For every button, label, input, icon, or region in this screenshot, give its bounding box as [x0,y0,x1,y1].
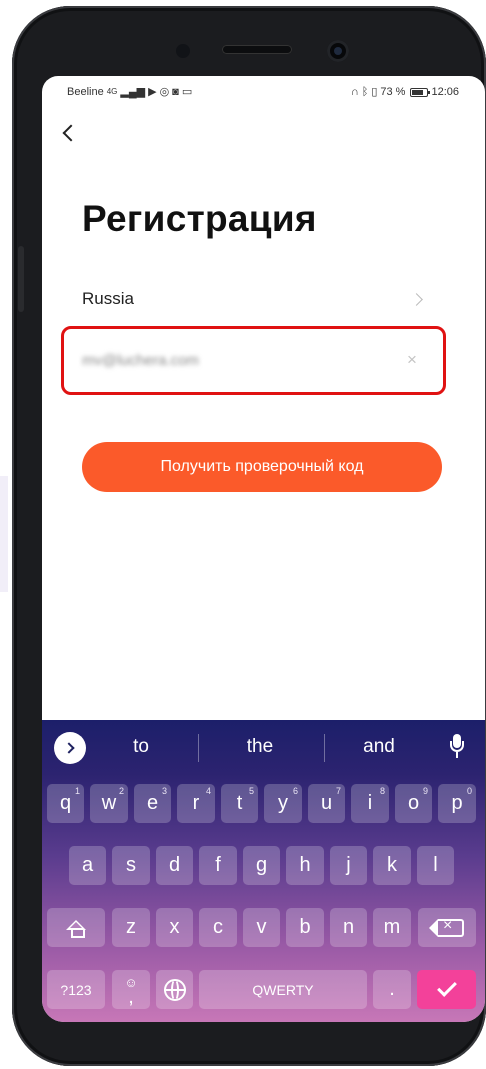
backspace-icon [429,917,464,937]
key-z[interactable]: z [112,908,150,947]
status-left: Beeline 4G ▂▄▆ ▶ ◎ ◙ ▭ [67,86,192,98]
bluetooth-icon: ᛒ [361,86,369,98]
proximity-sensor [176,44,190,58]
key-d[interactable]: d [156,846,193,885]
key-r[interactable]: r4 [177,784,215,823]
key-b[interactable]: b [286,908,324,947]
key-c[interactable]: c [199,908,237,947]
country-selector[interactable]: Russia [82,282,427,316]
key-i[interactable]: i8 [351,784,389,823]
key-t[interactable]: t5 [221,784,258,823]
laptop-icon: ▭ [181,86,193,98]
key-q[interactable]: q1 [47,784,84,823]
side-button [18,246,24,312]
keyboard: to the and q1 w2 e3 r4 t5 y6 u7 i8 o9 p0… [42,720,485,1022]
comma-label: , [128,985,134,1008]
clock: 12:06 [431,86,459,98]
chevron-right-icon [62,742,75,754]
suggestion-divider [324,734,325,762]
status-right: ∩ ᛒ ▯ 73 % 12:06 [351,86,459,98]
suggestion-bar: to the and [42,720,485,774]
check-icon [436,977,457,997]
key-h[interactable]: h [286,846,324,885]
chevron-right-icon [410,292,423,306]
key-e[interactable]: e3 [134,784,171,823]
key-a[interactable]: a [69,846,106,885]
front-camera [327,40,349,62]
suggestion-and[interactable]: and [338,736,420,758]
key-u[interactable]: u7 [308,784,345,823]
space-key[interactable]: QWERTY [199,970,367,1009]
key-x[interactable]: x [156,908,193,947]
status-bar: Beeline 4G ▂▄▆ ▶ ◎ ◙ ▭ ∩ ᛒ ▯ 73 % 12:06 [42,76,485,108]
key-p[interactable]: p0 [438,784,476,823]
backspace-key[interactable] [418,908,476,947]
get-code-button[interactable]: Получить проверочный код [82,442,442,492]
headphones-icon: ∩ [350,86,359,98]
microphone-icon[interactable] [449,734,465,760]
key-j[interactable]: j [330,846,367,885]
suggestion-toggle-button[interactable] [54,732,86,764]
symbols-key[interactable]: ?123 [47,970,105,1009]
language-key[interactable] [156,970,193,1009]
shift-icon [66,919,86,938]
instagram-icon: ◙ [172,86,179,98]
battery-percent: 73 % [380,86,406,98]
key-y[interactable]: y6 [264,784,302,823]
key-v[interactable]: v [243,908,280,947]
battery-icon [410,87,431,97]
key-w[interactable]: w2 [90,784,128,823]
play-icon: ▶ [148,86,157,98]
key-n[interactable]: n [330,908,367,947]
enter-key[interactable] [417,970,476,1009]
earpiece-speaker [222,45,292,54]
suggestion-the[interactable]: the [218,736,302,758]
shift-key[interactable] [47,908,105,947]
email-field[interactable]: mv@luchera.com [82,352,199,369]
key-s[interactable]: s [112,846,150,885]
key-f[interactable]: f [199,846,237,885]
whatsapp-icon: ◎ [159,86,170,98]
key-k[interactable]: k [373,846,411,885]
back-button[interactable] [56,120,82,146]
vibrate-icon: ▯ [371,86,378,98]
emoji-comma-key[interactable]: ☺, [112,970,150,1009]
page-title: Регистрация [82,198,317,239]
key-g[interactable]: g [243,846,280,885]
globe-icon [163,978,186,1001]
key-m[interactable]: m [373,908,411,947]
clear-icon[interactable]: × [407,351,417,369]
period-key[interactable]: . [373,970,411,1009]
key-o[interactable]: o9 [395,784,432,823]
country-label: Russia [82,289,134,308]
screen: Beeline 4G ▂▄▆ ▶ ◎ ◙ ▭ ∩ ᛒ ▯ 73 % 12:06 … [42,76,485,1022]
carrier-label: Beeline [67,86,104,98]
key-l[interactable]: l [417,846,454,885]
suggestion-to[interactable]: to [100,736,182,758]
suggestion-divider [198,734,199,762]
phone-frame: Beeline 4G ▂▄▆ ▶ ◎ ◙ ▭ ∩ ᛒ ▯ 73 % 12:06 … [12,6,486,1066]
back-arrow-icon [62,124,80,142]
background-strip [0,476,8,592]
signal-icon: ▂▄▆ [120,86,146,98]
network-type: 4G [106,87,118,96]
